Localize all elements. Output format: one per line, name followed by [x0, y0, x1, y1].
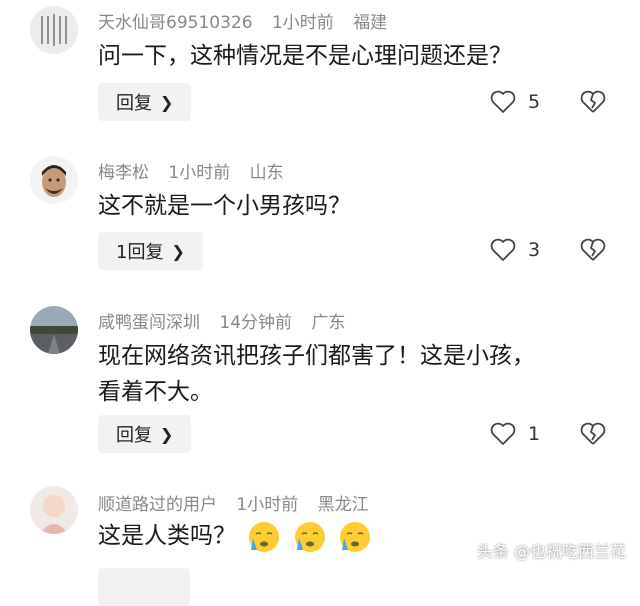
comment-meta: 天水仙哥69510326 1小时前 福建: [98, 8, 401, 33]
broken-heart-icon: [580, 90, 606, 113]
comment-meta: 咸鸭蛋闯深圳 14分钟前 广东: [98, 308, 359, 333]
username[interactable]: 顺道路过的用户: [98, 495, 217, 515]
username[interactable]: 咸鸭蛋闯深圳: [98, 313, 200, 333]
comment-text: 现在网络资讯把孩子们都害了！这是小孩， 看着不大。: [98, 338, 598, 410]
like-count: 1: [528, 423, 541, 445]
like-count: 3: [528, 239, 541, 261]
crying-emoji-icon: [249, 521, 280, 552]
avatar[interactable]: [30, 306, 78, 354]
like-count: 5: [528, 91, 541, 113]
crying-emoji-icon: [294, 521, 325, 552]
broken-heart-icon: [580, 238, 606, 261]
crying-emoji-icon: [339, 521, 370, 552]
location: 山东: [249, 163, 284, 183]
timestamp: 14分钟前: [219, 313, 293, 333]
chevron-right-icon: ❯: [160, 92, 174, 112]
comment-meta: 顺道路过的用户 1小时前 黑龙江: [98, 490, 383, 515]
avatar[interactable]: [30, 486, 78, 534]
reply-button[interactable]: 回复 ❯: [98, 83, 192, 121]
timestamp: 1小时前: [168, 163, 231, 183]
username[interactable]: 梅李松: [98, 163, 149, 183]
comment-meta: 梅李松 1小时前 山东: [98, 158, 298, 183]
comment-text-content: 这是人类吗？: [98, 523, 236, 549]
location: 广东: [311, 313, 346, 333]
timestamp: 1小时前: [271, 13, 334, 33]
heart-icon: [490, 90, 516, 113]
avatar[interactable]: [30, 6, 78, 54]
dislike-button[interactable]: [580, 90, 606, 118]
dislike-button[interactable]: [580, 238, 606, 266]
reply-button-partial[interactable]: [98, 568, 190, 606]
avatar[interactable]: [30, 156, 78, 204]
comment-text: 问一下，这种情况是不是心理问题还是？: [98, 43, 512, 69]
chevron-right-icon: ❯: [171, 241, 185, 261]
heart-icon: [490, 422, 516, 445]
reply-button[interactable]: 回复 ❯: [98, 415, 192, 453]
comment-text: 这不就是一个小男孩吗？: [98, 193, 351, 219]
like-button[interactable]: 5: [490, 90, 540, 114]
timestamp: 1小时前: [236, 495, 299, 515]
broken-heart-icon: [580, 422, 606, 445]
chevron-right-icon: ❯: [160, 424, 174, 444]
location: 黑龙江: [317, 495, 369, 515]
username[interactable]: 天水仙哥69510326: [98, 13, 253, 33]
like-button[interactable]: 1: [490, 422, 540, 446]
like-button[interactable]: 3: [490, 238, 540, 262]
reply-button[interactable]: 1回复 ❯: [98, 232, 203, 270]
comment-text-line: 看着不大。: [98, 379, 213, 405]
dislike-button[interactable]: [580, 422, 606, 450]
location: 福建: [353, 13, 388, 33]
comment-text-line: 现在网络资讯把孩子们都害了！这是小孩，: [98, 343, 535, 369]
heart-icon: [490, 238, 516, 261]
watermark: 头条 @也祝吃西兰花: [476, 542, 626, 561]
